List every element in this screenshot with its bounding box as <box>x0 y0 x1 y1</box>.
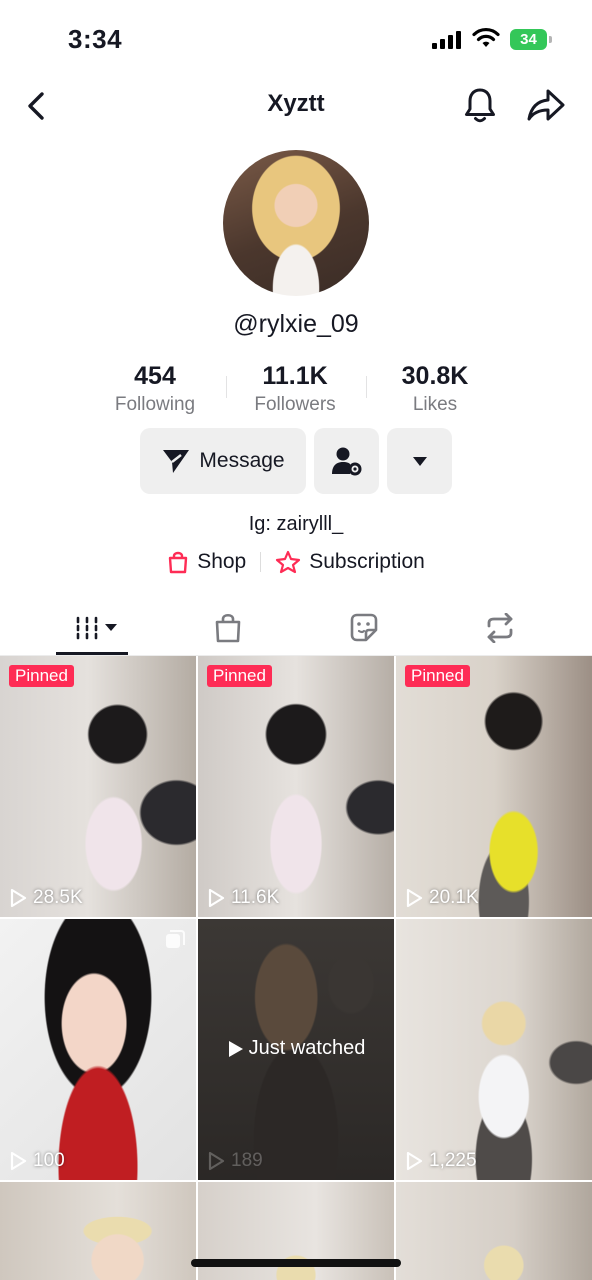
message-button[interactable]: Message <box>140 428 306 494</box>
video-thumbnail[interactable] <box>396 1182 592 1280</box>
followers-label: Followers <box>254 394 336 415</box>
view-count: 11.6K <box>207 887 279 909</box>
view-count: 20.1K <box>405 887 479 909</box>
share-arrow-icon <box>527 89 565 121</box>
play-icon <box>208 1151 225 1171</box>
view-count: 100 <box>9 1150 65 1172</box>
profile-stats: 454 Following 11.1K Followers 30.8K Like… <box>85 360 505 420</box>
subscription-star-icon <box>276 550 301 574</box>
send-icon <box>163 450 190 473</box>
caret-down-icon <box>412 457 427 466</box>
just-watched-overlay: Just watched <box>198 1037 394 1060</box>
video-thumbnail[interactable]: 100 <box>0 919 196 1180</box>
pinned-badge: Pinned <box>405 665 470 687</box>
view-count-text: 189 <box>231 1150 263 1171</box>
view-count: 1,225 <box>405 1150 477 1172</box>
video-grid: Pinned 28.5K Pinned 11.6K Pinned 20.1K 1… <box>0 656 592 1280</box>
view-count-text: 100 <box>33 1150 65 1171</box>
multi-photo-icon <box>164 929 186 956</box>
tab-videos[interactable] <box>24 600 172 656</box>
play-icon <box>10 1151 27 1171</box>
pinned-badge: Pinned <box>207 665 272 687</box>
shop-link[interactable]: Shop <box>167 550 246 574</box>
likes-stat[interactable]: 30.8K Likes <box>365 360 505 418</box>
home-indicator[interactable] <box>191 1259 401 1267</box>
video-thumbnail[interactable]: Pinned 28.5K <box>0 656 196 917</box>
video-thumbnail[interactable]: Just watched 189 <box>198 919 394 1180</box>
bio-text: Ig: zairylll_ <box>248 513 344 535</box>
more-options-button[interactable] <box>387 428 452 494</box>
shopping-bag-icon <box>168 551 188 574</box>
battery-level: 34 <box>510 29 547 50</box>
view-count: 189 <box>207 1150 263 1172</box>
following-label: Following <box>114 394 196 415</box>
active-tab-indicator <box>56 652 128 655</box>
play-icon <box>406 888 423 908</box>
profile-header: Xyztt <box>0 80 592 130</box>
following-count: 454 <box>134 362 176 390</box>
play-icon <box>208 888 225 908</box>
profile-links: Shop Subscription <box>0 550 592 574</box>
subscription-link[interactable]: Subscription <box>275 550 425 574</box>
bell-icon <box>465 88 495 123</box>
share-button[interactable] <box>524 84 568 126</box>
likes-count: 30.8K <box>401 362 469 390</box>
view-count-text: 11.6K <box>231 887 280 908</box>
avatar[interactable] <box>223 150 369 296</box>
user-settings-icon <box>331 447 361 476</box>
shop-label: Shop <box>197 550 247 573</box>
shopping-bag-icon <box>215 613 241 643</box>
video-thumbnail[interactable] <box>0 1182 196 1280</box>
play-icon <box>406 1151 423 1171</box>
tab-shop[interactable] <box>154 600 302 656</box>
following-stat[interactable]: 454 Following <box>85 360 225 418</box>
subscription-label: Subscription <box>309 550 425 573</box>
username: @rylxie_09 <box>233 310 359 338</box>
followers-stat[interactable]: 11.1K Followers <box>225 360 365 418</box>
view-count-text: 20.1K <box>429 887 479 908</box>
video-thumbnail[interactable]: 1,225 <box>396 919 592 1180</box>
video-thumbnail[interactable]: Pinned 11.6K <box>198 656 394 917</box>
link-divider <box>260 552 262 572</box>
play-filled-icon <box>228 1040 243 1057</box>
tab-reposts[interactable] <box>426 600 574 656</box>
pinned-badge: Pinned <box>9 665 74 687</box>
view-count-text: 1,225 <box>429 1150 477 1171</box>
page-title: Xyztt <box>267 90 325 117</box>
followers-count: 11.1K <box>262 362 328 390</box>
content-tabs <box>0 600 592 656</box>
just-watched-label: Just watched <box>248 1037 366 1059</box>
likes-label: Likes <box>412 394 458 415</box>
view-count: 28.5K <box>9 887 83 909</box>
view-count-text: 28.5K <box>33 887 83 908</box>
signal-icon <box>432 31 462 49</box>
repost-icon <box>487 613 513 643</box>
message-label: Message <box>199 449 285 472</box>
follow-settings-button[interactable] <box>314 428 379 494</box>
play-icon <box>10 888 27 908</box>
videos-grid-icon <box>76 616 117 640</box>
notification-button[interactable] <box>460 84 500 126</box>
sticker-icon <box>350 613 378 642</box>
video-thumbnail[interactable]: Pinned 20.1K <box>396 656 592 917</box>
tab-stickers[interactable] <box>290 600 438 656</box>
status-bar: 3:34 34 <box>0 0 592 80</box>
status-time: 3:34 <box>68 24 123 54</box>
battery-icon: 34 <box>510 29 552 50</box>
wifi-icon <box>472 27 500 49</box>
